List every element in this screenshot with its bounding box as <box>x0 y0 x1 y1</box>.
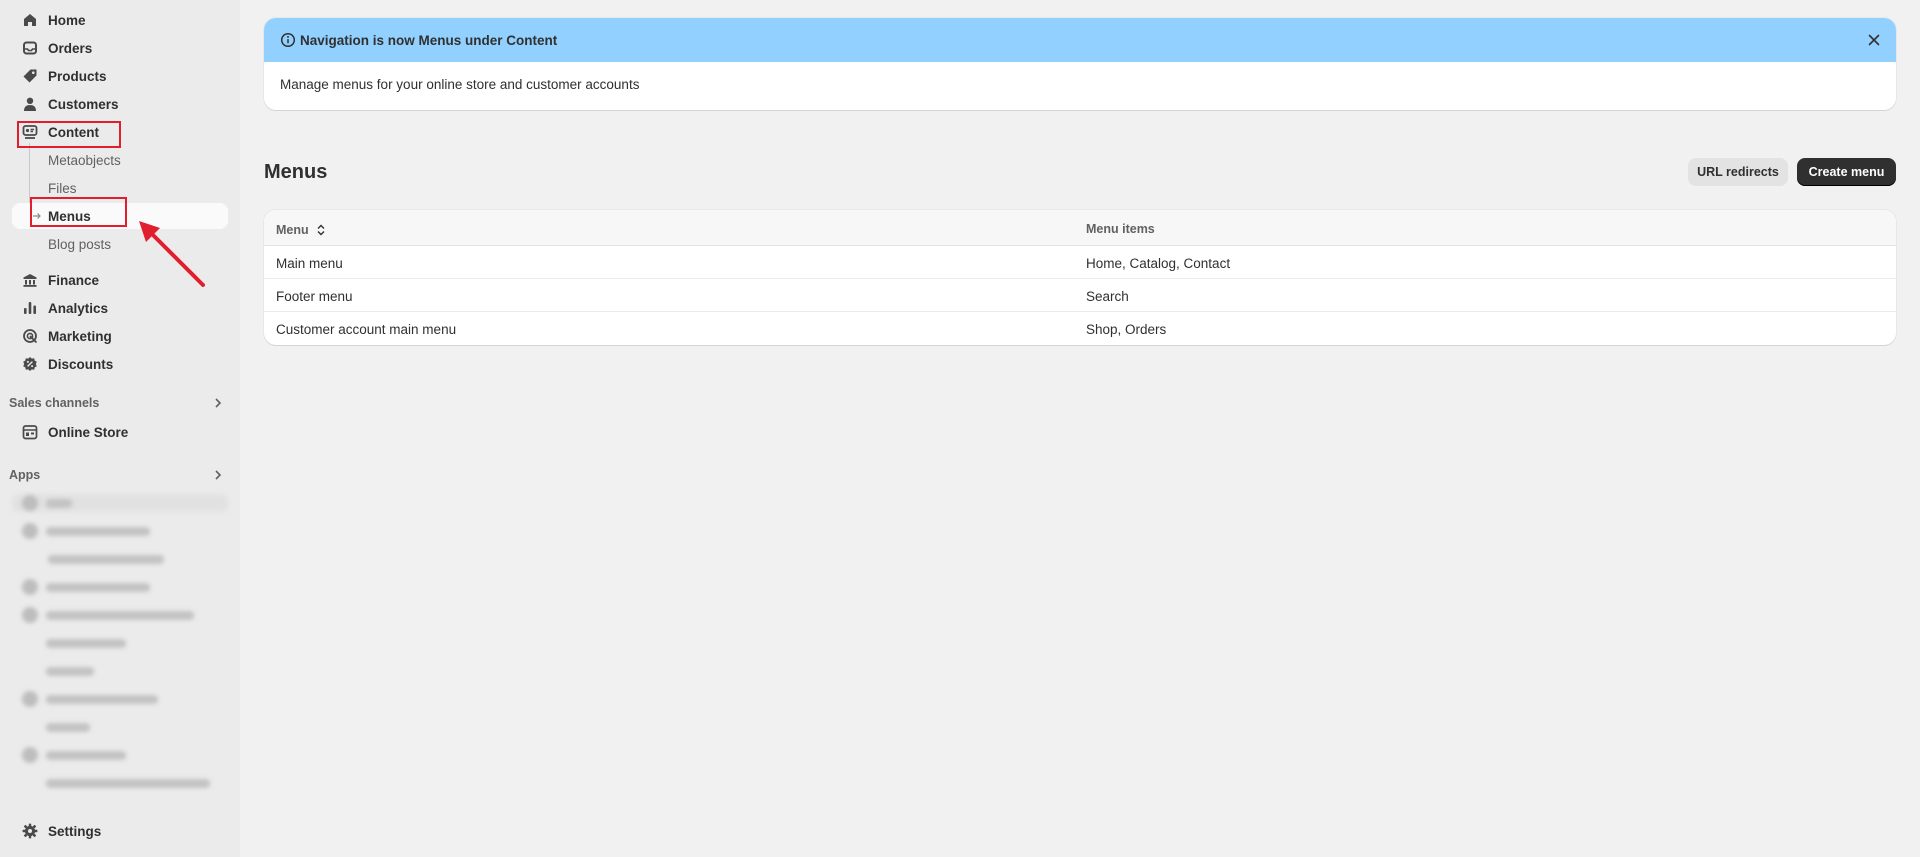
sidebar-item-label: Analytics <box>48 301 109 316</box>
blurred-app-icon <box>22 495 38 511</box>
menu-items-cell: Home, Catalog, Contact <box>1086 256 1231 271</box>
blurred-app-label <box>46 611 194 620</box>
sidebar-item-home[interactable]: Home <box>12 7 228 33</box>
apps-heading[interactable]: Apps <box>9 465 231 485</box>
person-icon <box>22 96 38 112</box>
blurred-app-label <box>46 639 126 648</box>
blurred-app-icon <box>22 523 38 539</box>
page-title: Menus <box>264 161 328 183</box>
sidebar-item-marketing[interactable]: Marketing <box>12 323 228 349</box>
table-header: Menu Menu items <box>264 210 1896 246</box>
inbox-icon <box>22 40 38 56</box>
menus-table: Menu Menu items Main menu Home, Catalog,… <box>264 210 1896 345</box>
blurred-app-label <box>46 723 90 732</box>
main-content: Navigation is now Menus under Content Ma… <box>240 0 1920 857</box>
sidebar-item-orders[interactable]: Orders <box>12 35 228 61</box>
tag-icon <box>22 68 38 84</box>
sidebar-item-label: Settings <box>48 824 102 839</box>
sidebar-item-label: Metaobjects <box>48 153 121 168</box>
menu-items-cell: Search <box>1086 289 1129 304</box>
sidebar-item-customers[interactable]: Customers <box>12 91 228 117</box>
store-icon <box>22 424 38 440</box>
sidebar-item-label: Marketing <box>48 329 112 344</box>
menu-name-cell: Footer menu <box>276 289 353 304</box>
menu-items-cell: Shop, Orders <box>1086 322 1167 337</box>
sidebar-item-discounts[interactable]: Discounts <box>12 351 228 377</box>
blurred-app-label <box>46 695 158 704</box>
blurred-app-icon <box>22 607 38 623</box>
sidebar-item-label: Orders <box>48 41 93 56</box>
blurred-app-icon <box>22 691 38 707</box>
blurred-app-label <box>46 583 150 592</box>
blurred-app-label <box>46 499 72 508</box>
dismiss-banner-button[interactable] <box>1866 32 1882 48</box>
sidebar-item-label: Finance <box>48 273 100 288</box>
sort-icon <box>317 224 325 236</box>
column-header-menu[interactable]: Menu <box>276 222 326 237</box>
sidebar-item-label: Blog posts <box>48 237 112 252</box>
banner-body: Manage menus for your online store and c… <box>280 77 640 92</box>
blurred-app-label <box>46 527 150 536</box>
banner-header: Navigation is now Menus under Content <box>264 18 1896 62</box>
sidebar-item-metaobjects[interactable]: Metaobjects <box>12 147 228 173</box>
sidebar-item-label: Online Store <box>48 425 129 440</box>
sidebar-item-online-store[interactable]: Online Store <box>12 419 228 445</box>
column-header-menu-items: Menu items <box>1086 222 1155 236</box>
url-redirects-button[interactable]: URL redirects <box>1688 158 1788 186</box>
table-row[interactable]: Footer menu Search <box>264 279 1896 312</box>
gear-icon <box>22 823 38 839</box>
blurred-app-label <box>48 555 164 564</box>
sidebar-item-analytics[interactable]: Analytics <box>12 295 228 321</box>
table-row[interactable]: Customer account main menu Shop, Orders <box>264 312 1896 345</box>
annotation-arrow-icon <box>139 221 205 287</box>
blurred-app-icon <box>22 579 38 595</box>
sidebar-item-label: Products <box>48 69 107 84</box>
table-row[interactable]: Main menu Home, Catalog, Contact <box>264 246 1896 279</box>
menu-name-cell: Main menu <box>276 256 343 271</box>
home-icon <box>22 12 38 28</box>
sidebar-item-label: Customers <box>48 97 119 112</box>
blurred-app-icon <box>22 747 38 763</box>
close-icon <box>1868 34 1880 46</box>
sidebar-item-label: Home <box>48 13 86 28</box>
info-icon <box>280 32 296 51</box>
menu-name-cell: Customer account main menu <box>276 322 457 337</box>
bar-chart-icon <box>22 300 38 316</box>
create-menu-button[interactable]: Create menu <box>1797 158 1896 186</box>
annotation-box-menus <box>30 197 127 227</box>
sidebar-item-products[interactable]: Products <box>12 63 228 89</box>
chevron-right-icon <box>213 396 223 413</box>
target-icon <box>22 328 38 344</box>
sidebar-item-label: Files <box>48 181 77 196</box>
annotation-box-content <box>17 121 121 148</box>
discount-icon <box>22 356 38 372</box>
blurred-app-item <box>12 494 228 512</box>
sidebar-item-label: Discounts <box>48 357 114 372</box>
sidebar-item-settings[interactable]: Settings <box>12 818 228 844</box>
sales-channels-heading[interactable]: Sales channels <box>9 393 231 413</box>
blurred-app-label <box>46 667 94 676</box>
blurred-app-label <box>46 751 126 760</box>
chevron-right-icon <box>213 468 223 485</box>
bank-icon <box>22 272 38 288</box>
banner-title: Navigation is now Menus under Content <box>300 33 558 48</box>
blurred-app-label <box>46 779 210 788</box>
info-banner: Navigation is now Menus under Content Ma… <box>264 18 1896 110</box>
